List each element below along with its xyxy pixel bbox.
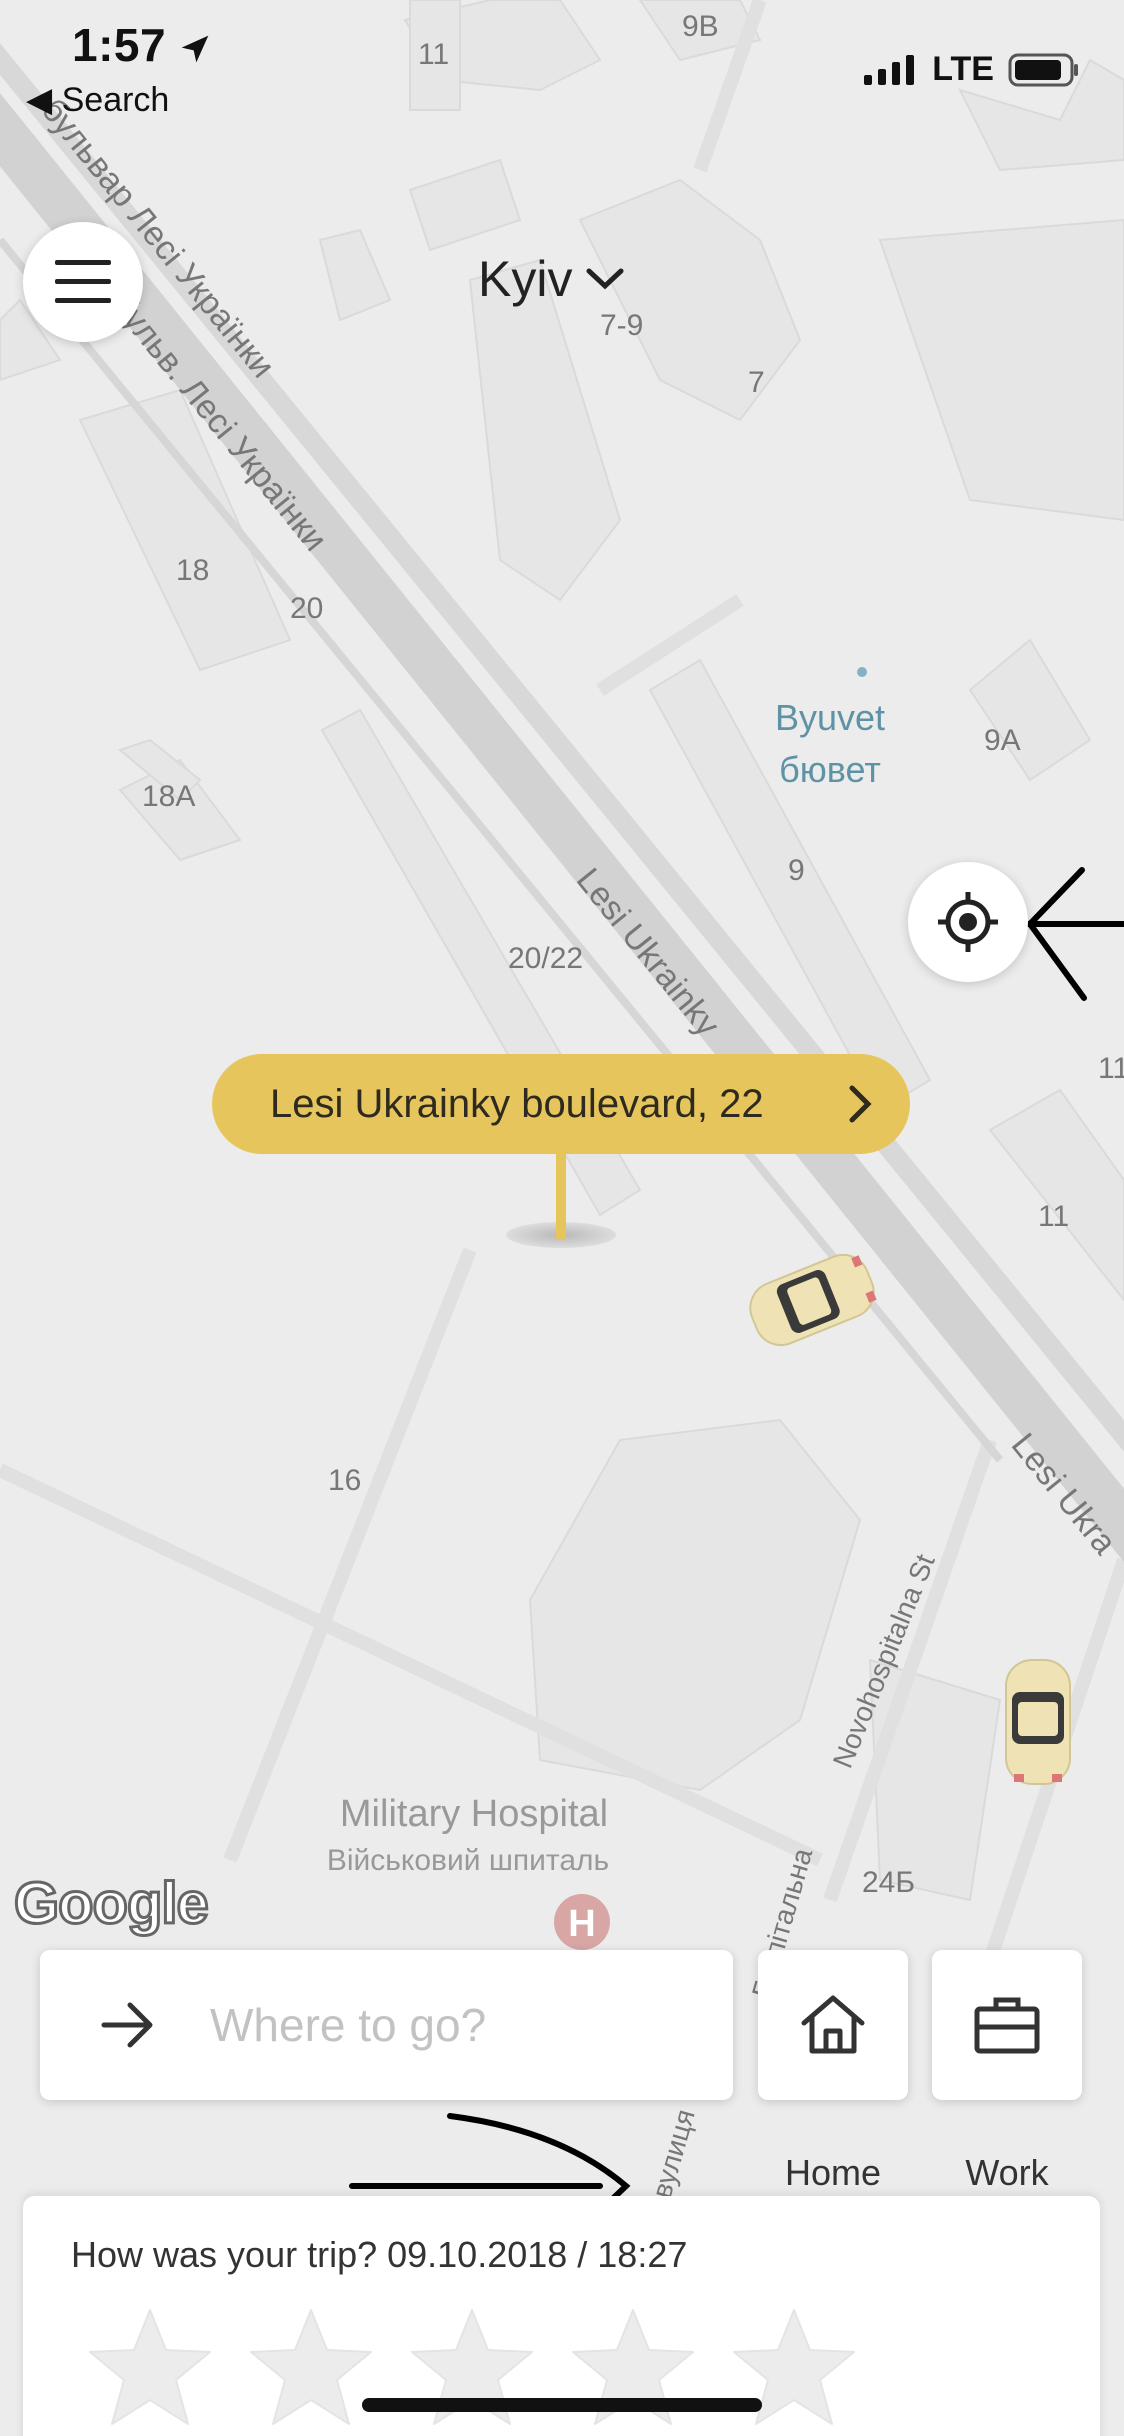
star-icon <box>89 2309 211 2425</box>
poi-name: Byuvet <box>775 697 885 738</box>
pin-stem <box>556 1150 566 1240</box>
rating-prompt: How was your trip? 09.10.2018 / 18:27 <box>71 2234 688 2275</box>
rating-star-1[interactable] <box>86 2306 214 2435</box>
crosshair-icon <box>938 892 998 952</box>
home-label: Home <box>784 2152 882 2193</box>
building-number: 16 <box>328 1464 361 1497</box>
building-number: 7 <box>748 366 765 399</box>
pickup-address-pill[interactable]: Lesi Ukrainky boulevard, 22 <box>212 1054 910 1154</box>
battery-icon <box>1008 53 1078 86</box>
arrow-right-icon <box>101 2002 153 2048</box>
building-number: 18 <box>176 554 209 587</box>
building-number: 9B <box>682 10 719 43</box>
poi-name-local: бювет <box>779 749 881 790</box>
status-indicators: LTE <box>864 50 1080 89</box>
building-number: 7-9 <box>600 309 643 342</box>
home-indicator <box>362 2398 762 2412</box>
google-logo: Google <box>13 1870 211 1938</box>
building-number: 11 <box>1038 1200 1069 1233</box>
hamburger-icon <box>55 260 111 303</box>
building-number: 20/22 <box>508 942 583 975</box>
network-type: LTE <box>932 50 994 88</box>
destination-search[interactable] <box>40 1950 733 2100</box>
home-button[interactable] <box>758 1950 908 2100</box>
pickup-address: Lesi Ukrainky boulevard, 22 <box>270 1081 764 1126</box>
city-name: Kyiv <box>478 251 573 307</box>
location-arrow-icon <box>182 35 209 63</box>
building-number: 11 <box>1098 1052 1124 1085</box>
city-selector[interactable]: Kyiv <box>478 250 624 308</box>
building-number: 11 <box>418 38 449 71</box>
work-button[interactable] <box>932 1950 1082 2100</box>
building-number: 18A <box>142 780 195 813</box>
poi-dot <box>857 667 867 677</box>
building-number: 20 <box>290 592 323 625</box>
back-to-app[interactable]: ◀ Search <box>26 80 169 120</box>
building-number: 9 <box>788 854 805 887</box>
rating-star-2[interactable] <box>247 2306 375 2435</box>
hospital-name: Military Hospital <box>340 1793 608 1835</box>
taxi-car-icon[interactable] <box>1005 1659 1071 1785</box>
building-number: 24Б <box>862 1866 915 1899</box>
back-label: Search <box>61 81 170 119</box>
rating-star-4[interactable] <box>569 2306 697 2435</box>
building-number: 9A <box>984 724 1021 757</box>
status-time-text: 1:57 <box>72 19 167 71</box>
menu-button[interactable] <box>23 222 143 342</box>
status-time: 1:57 <box>72 18 211 72</box>
chevron-right-icon <box>849 1085 872 1123</box>
rating-star-3[interactable] <box>408 2306 536 2435</box>
destination-input[interactable] <box>208 1997 692 2053</box>
my-location-button[interactable] <box>908 862 1028 982</box>
briefcase-icon <box>974 1997 1040 2054</box>
hospital-icon-letter: H <box>568 1903 595 1945</box>
home-icon <box>801 1995 865 2054</box>
chevron-down-icon <box>586 268 624 290</box>
signal-bars-icon <box>864 54 915 85</box>
screen: бульвар Лесі Українки бульв. Лесі Україн… <box>0 0 1124 2436</box>
star-icon <box>250 2309 372 2425</box>
work-label: Work <box>965 2152 1049 2193</box>
back-triangle-icon: ◀ <box>26 81 53 119</box>
hospital-name-local: Військовий шпиталь <box>327 1844 609 1877</box>
rating-star-5[interactable] <box>730 2306 858 2435</box>
